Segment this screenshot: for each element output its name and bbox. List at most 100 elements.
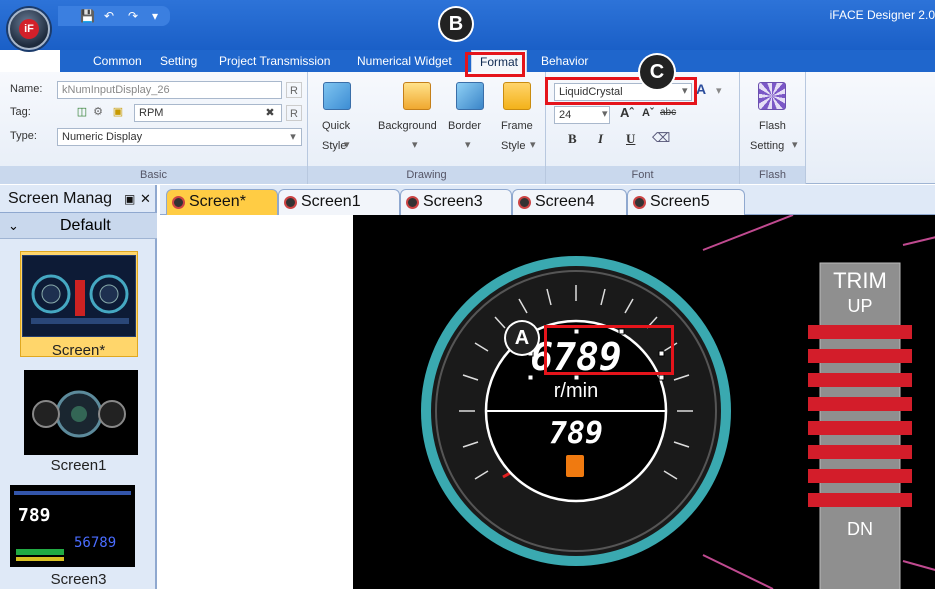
clear-tag-icon[interactable]: ✖ [262, 105, 278, 121]
trim-label: TRIM [833, 268, 887, 293]
design-canvas-margin[interactable] [157, 215, 353, 589]
tag-field[interactable]: RPM [134, 104, 282, 122]
tab-screen1[interactable]: Screen1 [278, 189, 400, 215]
screen-thumb-2-image[interactable] [24, 370, 138, 455]
flash-setting-dropdown-icon[interactable]: ▾ [792, 138, 798, 151]
close-panel-icon[interactable]: ✕ [140, 185, 151, 213]
format-highlight-box [465, 52, 525, 77]
tab-label: Screen4 [535, 193, 595, 210]
tag-folder-icon[interactable]: ▣ [110, 104, 126, 120]
font-highlight-box [545, 77, 697, 105]
screen-tab-icon [518, 196, 531, 209]
trim-dn-label[interactable]: DN [847, 519, 873, 539]
bold-button[interactable]: B [568, 131, 577, 147]
tab-label: Screen* [189, 193, 246, 210]
screen-thumb-1-caption[interactable]: Screen* [0, 342, 157, 359]
basic-group: Name: kNumInputDisplay_26 R Tag: ◫ ⚙ ▣ R… [0, 72, 308, 184]
menu-common[interactable]: Common [93, 50, 142, 72]
thumb-3-digits-b: 56789 [74, 535, 116, 551]
fuel-pump-icon [566, 455, 584, 477]
tab-screen3[interactable]: Screen3 [400, 189, 512, 215]
quick-style-label-1[interactable]: Quick [322, 120, 350, 132]
menu-behavior[interactable]: Behavior [541, 50, 588, 72]
tag-gear-icon[interactable]: ⚙ [90, 104, 106, 120]
screen-thumb-1-image[interactable] [22, 255, 136, 337]
underline-button[interactable]: U [626, 131, 635, 147]
flash-setting-label-2[interactable]: Setting [750, 140, 784, 152]
frame-style-label-2[interactable]: Style [501, 140, 525, 152]
name-field[interactable]: kNumInputDisplay_26 [57, 81, 282, 99]
callout-marker-a: A [506, 322, 538, 354]
r-button-2[interactable]: R [286, 105, 302, 121]
quick-style-label-2[interactable]: Style [322, 140, 346, 152]
name-label: Name: [10, 83, 43, 95]
font-group-label: Font [546, 166, 739, 184]
tag-label: Tag: [10, 106, 31, 118]
design-canvas[interactable]: 6789 r/min 789 TRIM UP DN [353, 215, 935, 589]
trim-up-label[interactable]: UP [847, 296, 872, 316]
screen-tab-icon [633, 196, 646, 209]
type-select[interactable]: Numeric Display [57, 128, 302, 146]
app-logo[interactable]: iF [8, 8, 50, 50]
basic-group-label: Basic [0, 166, 307, 184]
screen-tab-icon [406, 196, 419, 209]
drawing-group-label: Drawing [308, 166, 545, 184]
screen-thumb-2-caption[interactable]: Screen1 [0, 457, 157, 474]
strikethrough-button[interactable]: abc [660, 107, 676, 118]
tag-tree-icon[interactable]: ◫ [74, 104, 90, 120]
font-size-dropdown-icon[interactable]: ▾ [602, 107, 608, 120]
clear-format-icon[interactable]: ⌫ [652, 130, 670, 146]
shrink-font-icon[interactable]: Aˇ [642, 107, 654, 119]
font-color-dropdown-icon[interactable]: ▾ [716, 84, 722, 97]
save-icon[interactable]: 💾 [80, 9, 95, 23]
type-dropdown-icon[interactable]: ▾ [285, 129, 301, 145]
quick-style-dropdown-icon[interactable]: ▾ [344, 138, 350, 151]
screen-thumb-3-caption[interactable]: Screen3 [0, 571, 157, 588]
tab-screen5[interactable]: Screen5 [627, 189, 745, 215]
screen-thumb-3-image[interactable]: 789 56789 [10, 485, 135, 567]
quick-style-icon[interactable] [323, 82, 351, 110]
redo-icon[interactable]: ↷ [128, 9, 138, 23]
background-label[interactable]: Background [378, 120, 437, 132]
background-icon[interactable] [403, 82, 431, 110]
flash-group: Flash Setting ▾ Flash [740, 72, 806, 184]
gauge-sub-value[interactable]: 789 [549, 416, 603, 451]
italic-button[interactable]: I [598, 131, 603, 147]
frame-style-label-1[interactable]: Frame [501, 120, 533, 132]
screen-tab-icon [284, 196, 297, 209]
flash-group-label: Flash [740, 166, 805, 184]
screen-manager-panel: Screen Manag ▣ ✕ ⌄ Default Screen* Scree… [0, 185, 157, 589]
tab-screen-active[interactable]: Screen* [166, 189, 278, 215]
collapse-chevron-icon[interactable]: ⌄ [8, 213, 19, 239]
type-label: Type: [10, 130, 37, 142]
screen-tabs: Screen* Screen1 Screen3 Screen4 Screen5 [160, 185, 935, 215]
r-button[interactable]: R [286, 82, 302, 98]
logo-mark: iF [19, 19, 39, 39]
screen-tab-icon [172, 196, 185, 209]
screen-group-label: Default [60, 217, 111, 234]
border-dropdown-icon[interactable]: ▾ [465, 138, 471, 151]
menu-setting[interactable]: Setting [160, 50, 197, 72]
ribbon: Name: kNumInputDisplay_26 R Tag: ◫ ⚙ ▣ R… [0, 72, 935, 184]
border-label[interactable]: Border [448, 120, 481, 132]
background-dropdown-icon[interactable]: ▾ [412, 138, 418, 151]
qat-dropdown-icon[interactable]: ▾ [152, 9, 158, 23]
font-color-icon[interactable]: A [696, 81, 706, 97]
undo-icon[interactable]: ↶ [104, 9, 114, 23]
thumb-2-preview [32, 390, 126, 438]
flash-setting-label-1[interactable]: Flash [759, 120, 786, 132]
pin-icon[interactable]: ▣ [124, 185, 135, 213]
grow-font-icon[interactable]: Aˆ [620, 105, 634, 120]
menu-project-transmission[interactable]: Project Transmission [219, 50, 330, 72]
menu-numerical-widget[interactable]: Numerical Widget [357, 50, 452, 72]
frame-icon[interactable] [503, 82, 531, 110]
flash-setting-icon[interactable] [758, 82, 786, 110]
border-icon[interactable] [456, 82, 484, 110]
tab-screen4[interactable]: Screen4 [512, 189, 627, 215]
screen-manager-title: Screen Manag [8, 190, 113, 207]
app-title: iFACE Designer 2.0 [829, 8, 935, 22]
tab-label: Screen3 [423, 193, 483, 210]
screen-group-default[interactable]: ⌄ Default [0, 213, 157, 239]
thumb-3-preview: 789 56789 [14, 491, 131, 561]
frame-dropdown-icon[interactable]: ▾ [530, 138, 536, 151]
